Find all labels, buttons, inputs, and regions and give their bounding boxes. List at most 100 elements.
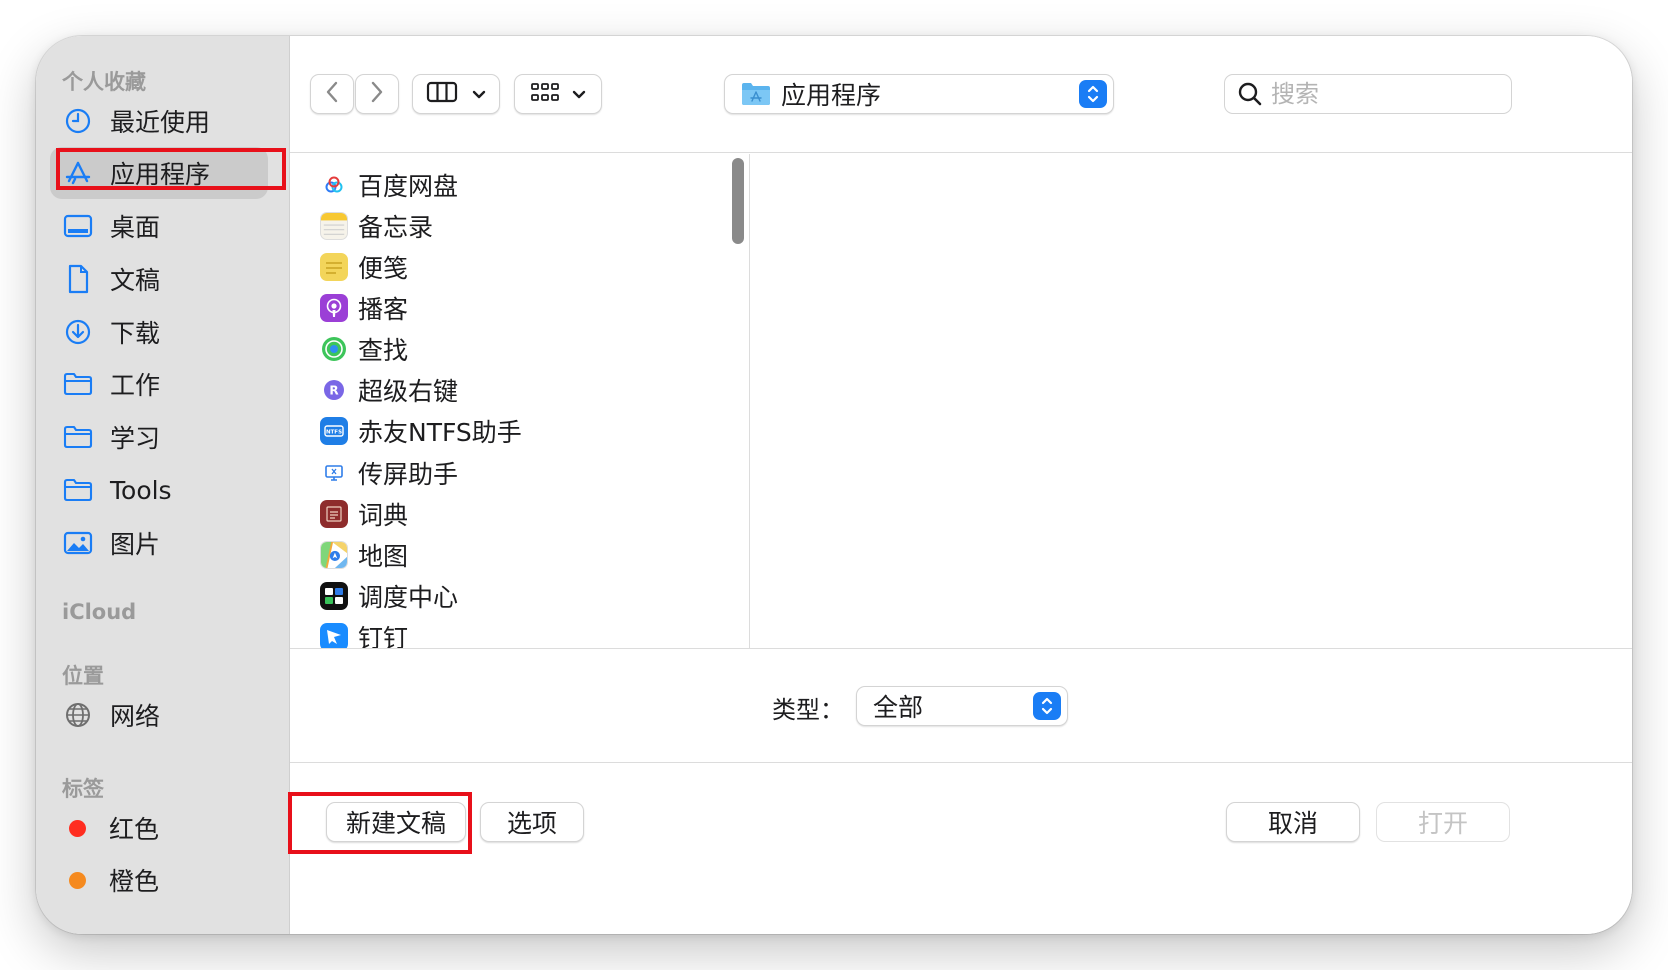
- list-item[interactable]: 调度中心: [320, 577, 458, 615]
- photo-icon: [60, 525, 96, 561]
- search-field[interactable]: [1224, 74, 1512, 114]
- podcasts-icon: [320, 294, 348, 322]
- grid-icon: [530, 80, 560, 108]
- sidebar-tag-orange[interactable]: 橙色: [50, 854, 268, 906]
- svg-text:R: R: [329, 384, 338, 398]
- sidebar-item-documents[interactable]: 文稿: [50, 253, 268, 305]
- chevron-down-icon: [572, 85, 586, 104]
- filter-divider: [290, 762, 1632, 763]
- file-label: 超级右键: [358, 377, 459, 406]
- file-label: 地图: [358, 542, 409, 571]
- ntfs-icon: NTFS: [320, 417, 348, 445]
- sidebar-item-label: Tools: [110, 475, 172, 505]
- list-item[interactable]: 地图: [320, 536, 408, 574]
- group-by-button[interactable]: [514, 74, 602, 114]
- dictionary-icon: [320, 500, 348, 528]
- sidebar-item-desktop[interactable]: 桌面: [50, 200, 268, 252]
- file-label: 百度网盘: [358, 172, 459, 201]
- path-popup[interactable]: 应用程序: [724, 74, 1114, 114]
- favorites-header: 个人收藏: [62, 70, 146, 94]
- columns-view-icon: [426, 80, 458, 108]
- document-icon: [60, 261, 96, 297]
- screen-cast-icon: [320, 459, 348, 487]
- sidebar-item-label: 图片: [110, 530, 161, 559]
- path-label: 应用程序: [781, 81, 882, 110]
- scrollbar-thumb[interactable]: [732, 158, 744, 244]
- folder-icon: [60, 366, 96, 402]
- file-label: 便笺: [358, 254, 409, 283]
- type-label: 类型：: [772, 696, 844, 724]
- sidebar-item-label: 工作: [110, 371, 161, 400]
- chevron-down-icon: [472, 85, 486, 104]
- file-label: 查找: [358, 336, 409, 365]
- file-label: 调度中心: [358, 583, 459, 612]
- chevron-right-icon: [369, 80, 385, 108]
- clock-icon: [60, 103, 96, 139]
- list-item[interactable]: 备忘录: [320, 207, 433, 245]
- file-label: 备忘录: [358, 213, 434, 242]
- sidebar-item-label: 下载: [110, 319, 161, 348]
- list-item[interactable]: 钉钉: [320, 618, 408, 648]
- open-button[interactable]: 打开: [1376, 802, 1510, 842]
- locations-header: 位置: [62, 664, 104, 688]
- orange-tag-dot: [69, 871, 86, 889]
- cancel-button[interactable]: 取消: [1226, 802, 1360, 842]
- applications-column: 百度网盘 备忘录 便笺 播客 查找 R 超级右键 NTFS 赤友NTFS助手 传…: [290, 154, 750, 648]
- main-pane: 应用程序 百度网盘: [290, 36, 1632, 934]
- dingtalk-icon: [320, 623, 348, 648]
- list-item[interactable]: 查找: [320, 330, 408, 368]
- sidebar-item-label: 学习: [110, 424, 161, 453]
- sidebar-item-label: 文稿: [110, 266, 161, 295]
- applications-folder-icon: [741, 81, 771, 107]
- open-file-dialog: 个人收藏 最近使用 应用程序 桌面 文稿 下载 工作 学习 Tools 图片 i…: [36, 36, 1632, 934]
- icloud-header: iCloud: [62, 600, 137, 624]
- sidebar-item-pictures[interactable]: 图片: [50, 517, 268, 569]
- sidebar-item-label: 网络: [110, 702, 161, 731]
- maps-icon: [320, 541, 348, 569]
- view-mode-button[interactable]: [412, 74, 500, 114]
- mission-control-icon: [320, 582, 348, 610]
- type-popup[interactable]: 全部: [856, 686, 1068, 726]
- file-label: 传屏助手: [358, 460, 459, 489]
- forward-button[interactable]: [355, 74, 399, 114]
- list-item[interactable]: 播客: [320, 289, 408, 327]
- sidebar-item-recents[interactable]: 最近使用: [50, 95, 268, 147]
- sidebar-item-work[interactable]: 工作: [50, 358, 268, 410]
- list-item[interactable]: NTFS 赤友NTFS助手: [320, 412, 522, 450]
- folder-icon: [60, 419, 96, 455]
- file-label: 词典: [358, 501, 409, 530]
- find-my-icon: [320, 335, 348, 363]
- baidu-netdisk-icon: [320, 171, 348, 199]
- sidebar-item-study[interactable]: 学习: [50, 411, 268, 463]
- file-label: 播客: [358, 295, 409, 324]
- search-icon: [1237, 81, 1263, 107]
- file-label: 钉钉: [358, 624, 409, 648]
- sidebar-item-network[interactable]: 网络: [50, 689, 268, 741]
- list-item[interactable]: 百度网盘: [320, 166, 458, 204]
- highlight-box-new-document: [288, 792, 472, 854]
- notes-icon: [320, 212, 348, 240]
- file-browser: 百度网盘 备忘录 便笺 播客 查找 R 超级右键 NTFS 赤友NTFS助手 传…: [290, 154, 1632, 648]
- list-item[interactable]: 传屏助手: [320, 454, 458, 492]
- sidebar-tag-red[interactable]: 红色: [50, 802, 268, 854]
- desktop-icon: [60, 208, 96, 244]
- file-label: 赤友NTFS助手: [358, 418, 522, 447]
- highlight-box-applications: [56, 148, 286, 190]
- sidebar-item-label: 桌面: [110, 213, 161, 242]
- sidebar-item-tools[interactable]: Tools: [50, 464, 268, 516]
- list-item[interactable]: 便笺: [320, 248, 408, 286]
- folder-icon: [60, 472, 96, 508]
- stickies-icon: [320, 253, 348, 281]
- options-button[interactable]: 选项: [480, 802, 584, 842]
- back-button[interactable]: [310, 74, 354, 114]
- search-input[interactable]: [1271, 80, 1491, 108]
- updown-icon: [1079, 80, 1107, 108]
- toolbar-divider: [290, 152, 1632, 153]
- list-item[interactable]: R 超级右键: [320, 371, 458, 409]
- sidebar-item-downloads[interactable]: 下载: [50, 306, 268, 358]
- red-tag-dot: [69, 819, 86, 837]
- browser-divider: [290, 648, 1632, 649]
- download-icon: [60, 314, 96, 350]
- list-item[interactable]: 词典: [320, 495, 408, 533]
- preview-column: [751, 154, 1632, 648]
